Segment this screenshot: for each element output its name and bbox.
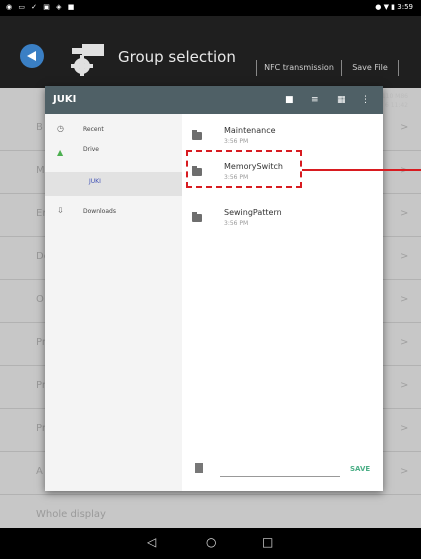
list-item-label: O	[36, 294, 44, 305]
back-button[interactable]	[20, 44, 44, 68]
sort-icon[interactable]: ≡	[311, 95, 321, 105]
chevron-right-icon: >	[400, 208, 409, 219]
gear-icon	[71, 44, 104, 76]
dialog-header: JUKI ■ ≡ ▦ ⋮	[45, 86, 383, 114]
drawer-item-downloads[interactable]: ⇩ Downloads	[45, 202, 182, 226]
save-file-button[interactable]: Save File	[342, 60, 399, 76]
recents-nav-icon[interactable]: □	[262, 535, 273, 549]
save-button[interactable]: SAVE	[350, 465, 370, 473]
folder-item-sewingpattern[interactable]: SewingPattern 3:56 PM	[182, 202, 383, 238]
nfc-transmission-button[interactable]: NFC transmission	[256, 60, 342, 76]
grid-view-icon[interactable]: ▦	[337, 95, 347, 105]
status-time: 3:59	[397, 3, 413, 11]
drawer-item-juki[interactable]: JUKI	[45, 172, 182, 196]
app-bar: Group selection NFC transmission Save Fi…	[0, 16, 421, 88]
list-item-label: Whole display	[36, 509, 106, 520]
navigation-bar: ◁ ○ □	[0, 528, 421, 559]
folder-name: Maintenance	[224, 126, 276, 135]
folder-icon	[192, 130, 202, 140]
page-title: Group selection	[118, 48, 236, 66]
new-folder-icon[interactable]: ■	[285, 95, 295, 105]
more-options-icon[interactable]: ⋮	[361, 95, 371, 105]
navigation-drawer: ◷ Recent ▲ Drive JUKI ⇩ Downloads	[45, 114, 182, 491]
folder-name: SewingPattern	[224, 208, 282, 217]
chevron-right-icon: >	[400, 337, 409, 348]
chevron-right-icon: >	[400, 294, 409, 305]
status-icons-left: ◉ ▭ ✓ ▣ ◈ ■	[6, 3, 77, 11]
clock-icon: ◷	[57, 124, 64, 133]
download-icon: ⇩	[57, 206, 64, 215]
folder-time: 3:56 PM	[224, 220, 249, 227]
status-bar: ◉ ▭ ✓ ▣ ◈ ■ ● ▼ ▮ 3:59	[0, 0, 421, 16]
chevron-right-icon: >	[400, 251, 409, 262]
home-nav-icon[interactable]: ○	[206, 535, 216, 549]
status-clock: ● ▼ ▮ 3:59	[375, 3, 413, 11]
drawer-item-label: Recent	[83, 126, 104, 133]
drive-icon: ▲	[57, 148, 64, 157]
drawer-item-label: Downloads	[83, 208, 116, 215]
chevron-right-icon: >	[400, 466, 409, 477]
list-item-label: M	[36, 165, 45, 176]
status-icons-right: ● ▼ ▮	[375, 3, 396, 11]
list-item-label: A	[36, 466, 43, 477]
file-picker-dialog: JUKI ■ ≡ ▦ ⋮ ◷ Recent ▲ Drive JUKI ⇩ Dow…	[45, 86, 383, 491]
folder-time: 3:56 PM	[224, 138, 249, 145]
chevron-right-icon: >	[400, 423, 409, 434]
folder-icon	[192, 212, 202, 222]
file-icon	[195, 463, 203, 473]
chevron-right-icon: >	[400, 380, 409, 391]
highlight-box	[186, 150, 302, 188]
back-nav-icon[interactable]: ◁	[147, 535, 156, 549]
list-item-label: B	[36, 122, 43, 133]
callout-line	[302, 169, 421, 171]
drawer-item-recent[interactable]: ◷ Recent	[45, 120, 182, 144]
dialog-title: JUKI	[53, 94, 77, 105]
drawer-item-label: JUKI	[89, 178, 101, 185]
chevron-right-icon: >	[400, 122, 409, 133]
drawer-item-label: Drive	[83, 146, 99, 153]
filename-input[interactable]	[220, 476, 340, 477]
drawer-item-drive[interactable]: ▲ Drive	[45, 144, 182, 168]
save-bar: SAVE	[182, 454, 383, 491]
